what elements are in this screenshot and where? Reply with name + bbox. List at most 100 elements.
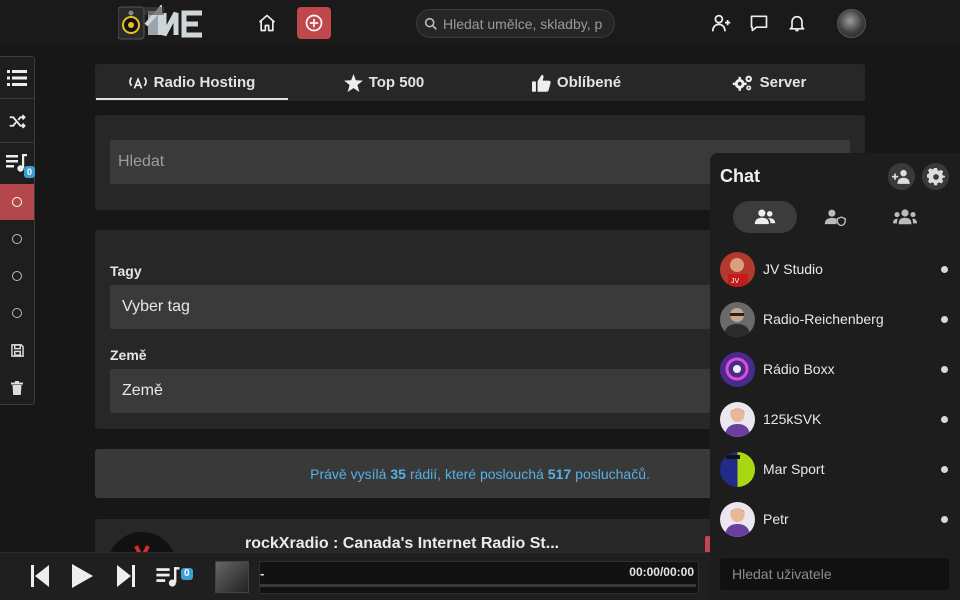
status-prefix: Právě vysílá [310,465,387,482]
country-label: Země [110,347,147,363]
slot-4-button[interactable] [0,294,34,331]
chat-user-item[interactable]: Rádio Boxx [710,350,960,390]
user-search [720,558,949,590]
main-tabs: Radio Hosting Top 500 Oblíbené Server [95,64,865,101]
users-icon [754,209,776,225]
player-queue-badge: 0 [181,568,193,580]
station-count: 35 [390,465,406,482]
site-logo[interactable] [118,5,208,41]
notifications-button[interactable] [786,12,808,34]
app-root: 0 [0,0,960,600]
avatar [720,352,755,387]
avatar: JV [720,252,755,287]
tab-label: Top 500 [368,74,425,91]
listener-count: 517 [547,465,572,482]
tab-radio-hosting[interactable]: Radio Hosting [95,64,288,101]
now-playing-cover [215,561,249,593]
search-icon [424,17,437,30]
user-plus-icon [711,14,730,31]
chat-user-item[interactable]: Petr [710,500,960,540]
avatar [720,452,755,487]
tab-server[interactable]: Server [673,64,865,101]
tab-label: Radio Hosting [153,74,256,91]
group-icon [893,209,917,225]
chat-tab-moderators[interactable] [803,201,867,233]
user-search-input[interactable] [720,558,949,590]
chat-user-name: Rádio Boxx [763,361,835,377]
online-status-dot [941,516,948,523]
play-icon [72,564,93,588]
circle-icon [12,197,22,207]
user-plus-icon [891,169,910,184]
queue-button[interactable]: 0 [0,144,36,182]
star-icon [343,73,363,92]
progress-bar[interactable] [260,584,696,587]
tags-label: Tagy [110,263,142,279]
online-status-dot [941,466,948,473]
avatar [720,302,755,337]
home-icon [258,14,276,32]
save-button[interactable] [0,332,34,369]
add-friend-button[interactable] [710,12,732,34]
home-button[interactable] [252,9,282,37]
chat-user-name: Petr [763,511,789,527]
tab-top-500[interactable]: Top 500 [288,64,480,101]
top-bar [0,0,960,46]
player-queue-button[interactable] [155,565,181,589]
chat-user-name: 125kSVK [763,411,822,427]
plus-circle-icon [305,14,323,32]
list-icon [7,69,27,86]
chat-panel: Chat JV JV Studio Radio-Reichenberg Rádi… [710,153,960,600]
playlist-music-icon [155,567,179,587]
circle-icon [12,233,22,244]
circle-icon [12,307,22,318]
slot-2-button[interactable] [0,220,34,257]
online-status-dot [941,366,948,373]
tab-favorites[interactable]: Oblíbené [480,64,673,101]
delete-button[interactable] [0,369,34,406]
player-bar: 0 - 00:00/00:00 [0,552,710,600]
chat-user-name: JV Studio [763,261,823,277]
circle-icon [12,270,22,281]
messages-button[interactable] [748,12,770,34]
avatar [720,402,755,437]
online-status-dot [941,266,948,273]
skip-forward-icon [117,565,135,587]
chat-tab-groups[interactable] [873,201,937,233]
gear-icon [926,167,945,185]
previous-button[interactable] [28,563,52,589]
track-title: - [260,566,265,581]
chat-tab-friends[interactable] [733,201,797,233]
save-icon [10,344,24,357]
play-button[interactable] [68,563,96,589]
next-button[interactable] [114,563,138,589]
shuffle-button[interactable] [0,100,34,143]
global-search-input[interactable] [443,13,611,34]
track-info: - 00:00/00:00 [259,561,699,594]
trash-icon [11,380,23,395]
list-button[interactable] [0,57,34,99]
chat-user-item[interactable]: Mar Sport [710,450,960,490]
user-shield-icon [824,209,846,226]
left-toolbar: 0 [0,56,36,406]
chat-user-name: Mar Sport [763,461,825,477]
station-title[interactable]: rockXradio : Canada's Internet Radio St.… [245,535,559,553]
chat-settings-button[interactable] [922,163,949,190]
chat-add-friend-button[interactable] [888,163,915,190]
create-button[interactable] [297,7,331,39]
user-avatar[interactable] [837,9,866,38]
tab-label: Oblíbené [556,74,622,91]
chat-title: Chat [720,166,760,186]
avatar [720,502,755,537]
online-status-dot [941,316,948,323]
slot-1-button[interactable] [0,184,34,220]
global-search [416,9,615,38]
chat-user-item[interactable]: JV JV Studio [710,250,960,290]
track-time: 00:00/00:00 [629,565,694,579]
thumbs-up-icon [531,74,551,92]
chat-user-item[interactable]: Radio-Reichenberg [710,300,960,340]
skip-back-icon [31,565,49,587]
slot-3-button[interactable] [0,257,34,294]
chat-user-item[interactable]: 125kSVK [710,400,960,440]
status-suffix: posluchačů. [575,465,650,482]
